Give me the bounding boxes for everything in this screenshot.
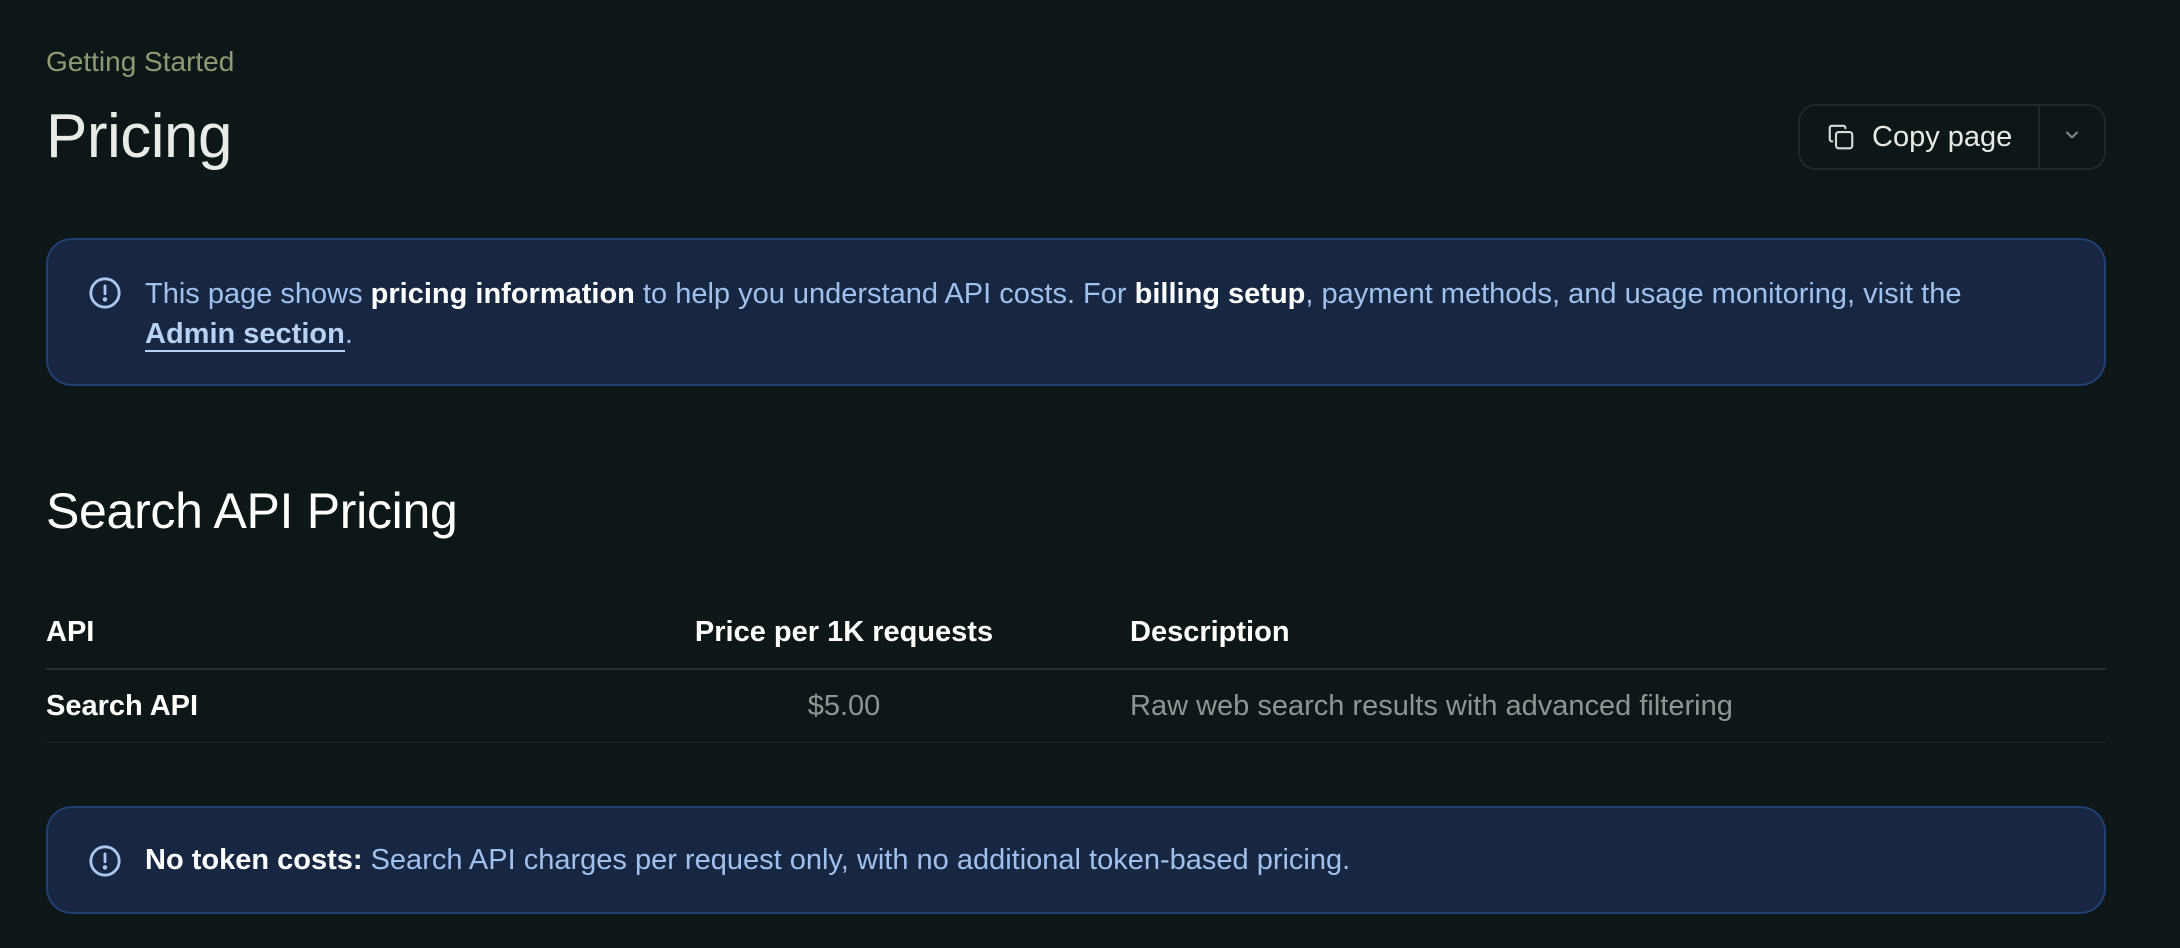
callout-text: , payment methods, and usage monitoring,… — [1305, 278, 1962, 310]
cell-description: Raw web search results with advanced fil… — [1102, 669, 2106, 743]
admin-section-link[interactable]: Admin section — [145, 318, 345, 352]
table-header-row: API Price per 1K requests Description — [46, 596, 2106, 670]
billing-info-callout: This page shows pricing information to h… — [46, 238, 2106, 386]
column-header-api: API — [46, 596, 586, 670]
column-header-description: Description — [1102, 596, 2106, 670]
info-circle-icon — [88, 844, 122, 878]
copy-page-group: Copy page — [1798, 104, 2106, 170]
copy-page-button[interactable]: Copy page — [1800, 106, 2040, 168]
table-row: Search API $5.00 Raw web search results … — [46, 669, 2106, 743]
copy-icon — [1826, 122, 1856, 152]
callout-text: Search API charges per request only, wit… — [362, 843, 1351, 876]
section-title: Search API Pricing — [46, 483, 458, 539]
pricing-table: API Price per 1K requests Description Se… — [46, 596, 2106, 743]
info-circle-icon — [88, 276, 122, 310]
page-title: Pricing — [46, 102, 233, 171]
cell-price: $5.00 — [586, 669, 1102, 743]
callout-bold-no-token-costs: No token costs: — [145, 843, 363, 876]
breadcrumb: Getting Started — [46, 46, 235, 77]
copy-page-dropdown-button[interactable] — [2040, 106, 2104, 168]
copy-page-label: Copy page — [1872, 120, 2013, 153]
callout-text: to help you understand API costs. For — [634, 278, 1135, 310]
token-costs-callout: No token costs: Search API charges per r… — [46, 806, 2106, 914]
callout-text: This page shows — [145, 278, 371, 310]
callout-text: . — [344, 318, 353, 350]
column-header-price: Price per 1K requests — [586, 596, 1102, 670]
chevron-down-icon — [2062, 125, 2082, 150]
callout-bold-pricing: pricing information — [370, 278, 635, 310]
cell-api: Search API — [46, 669, 586, 743]
callout-bold-billing: billing setup — [1134, 278, 1306, 310]
